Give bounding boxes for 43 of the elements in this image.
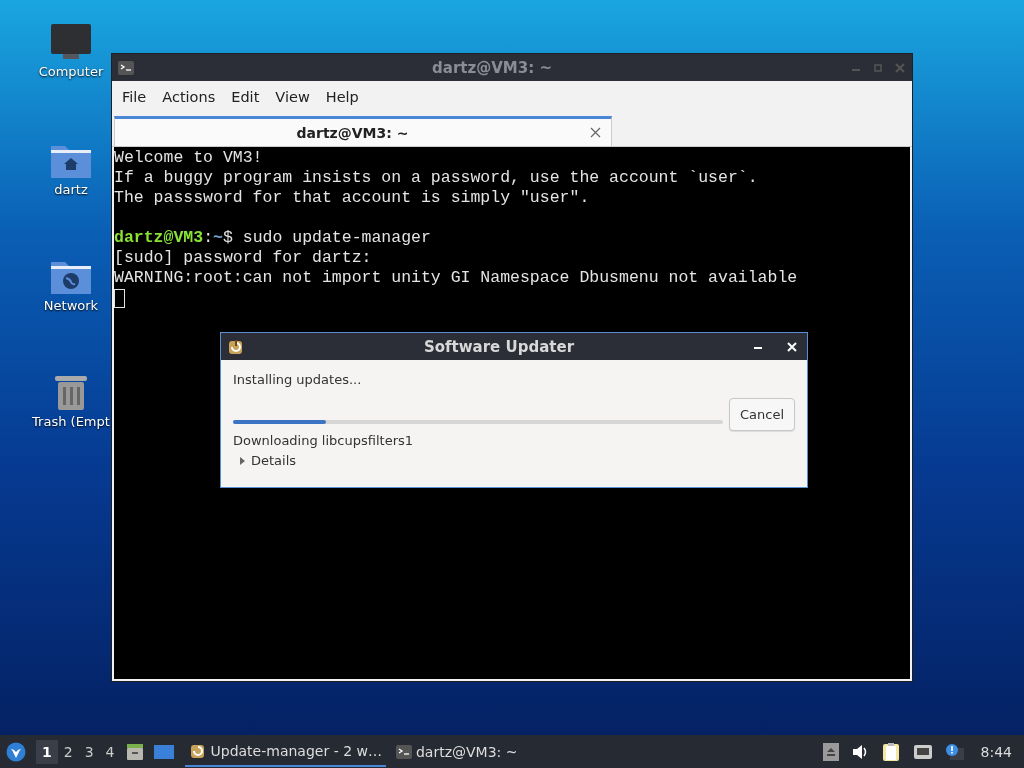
- file-cabinet-icon[interactable]: [124, 741, 145, 762]
- monitor-icon[interactable]: [49, 22, 93, 62]
- desktop-icon[interactable]: [152, 742, 175, 761]
- taskbar-task[interactable]: Update-manager - 2 w…: [184, 736, 386, 767]
- menu-item[interactable]: Actions: [154, 89, 224, 105]
- terminal-tab[interactable]: dartz@VM3: ~: [114, 116, 612, 146]
- status-text: Installing updates...: [233, 372, 363, 389]
- terminal-line: Welcome to VM3!: [114, 148, 264, 168]
- clock[interactable]: 8:44: [980, 743, 1012, 760]
- notification-icon[interactable]: [944, 742, 965, 761]
- terminal-line: [sudo] password for dartz:: [114, 248, 373, 268]
- desktop-icon-label[interactable]: dartz: [54, 182, 88, 197]
- eject-icon[interactable]: [822, 742, 839, 761]
- menu-item[interactable]: File: [114, 89, 155, 105]
- desktop-icon-label[interactable]: Trash (Empt: [32, 414, 110, 429]
- workspace-button[interactable]: 1: [36, 739, 58, 764]
- dialog-title: Software Updater: [422, 337, 576, 356]
- desktop-icon-label[interactable]: Network: [43, 298, 99, 313]
- desktop-icon-label[interactable]: Computer: [38, 64, 104, 79]
- menu-item[interactable]: Edit: [223, 89, 268, 105]
- terminal-icon: [118, 60, 134, 75]
- speaker-icon[interactable]: [850, 743, 869, 760]
- taskbar-task[interactable]: dartz@VM3: ~: [391, 738, 522, 765]
- terminal-line: WARNING:root:can not import unity GI Namespace Dbusmenu not available: [114, 268, 799, 288]
- clipboard-icon[interactable]: [880, 741, 901, 762]
- terminal-line: dartz@VM3:~$ sudo update-manager: [114, 228, 432, 248]
- menu-item[interactable]: View: [267, 89, 318, 105]
- workspace-button[interactable]: 2: [57, 739, 79, 764]
- expander-arrow-icon: [237, 455, 247, 466]
- menu-item[interactable]: Help: [317, 89, 367, 105]
- terminal-icon: [395, 744, 412, 759]
- status-detail: Downloading libcupsfilters1: [233, 433, 415, 448]
- updater-icon: [227, 337, 245, 356]
- text-cursor: [114, 289, 125, 308]
- start-menu-icon[interactable]: [6, 741, 26, 762]
- network-icon[interactable]: [912, 742, 933, 761]
- terminal-line: If a buggy program insists on a password, use the account `user`.: [114, 168, 759, 188]
- cancel-button[interactable]: Cancel: [728, 398, 795, 431]
- window-title: dartz@VM3: ~: [431, 58, 553, 77]
- details-expander[interactable]: Details: [233, 453, 795, 468]
- workspace-button[interactable]: 3: [78, 739, 100, 764]
- workspace-button[interactable]: 4: [99, 739, 121, 764]
- terminal-line: The passsword for that account is simply "user".: [114, 188, 591, 208]
